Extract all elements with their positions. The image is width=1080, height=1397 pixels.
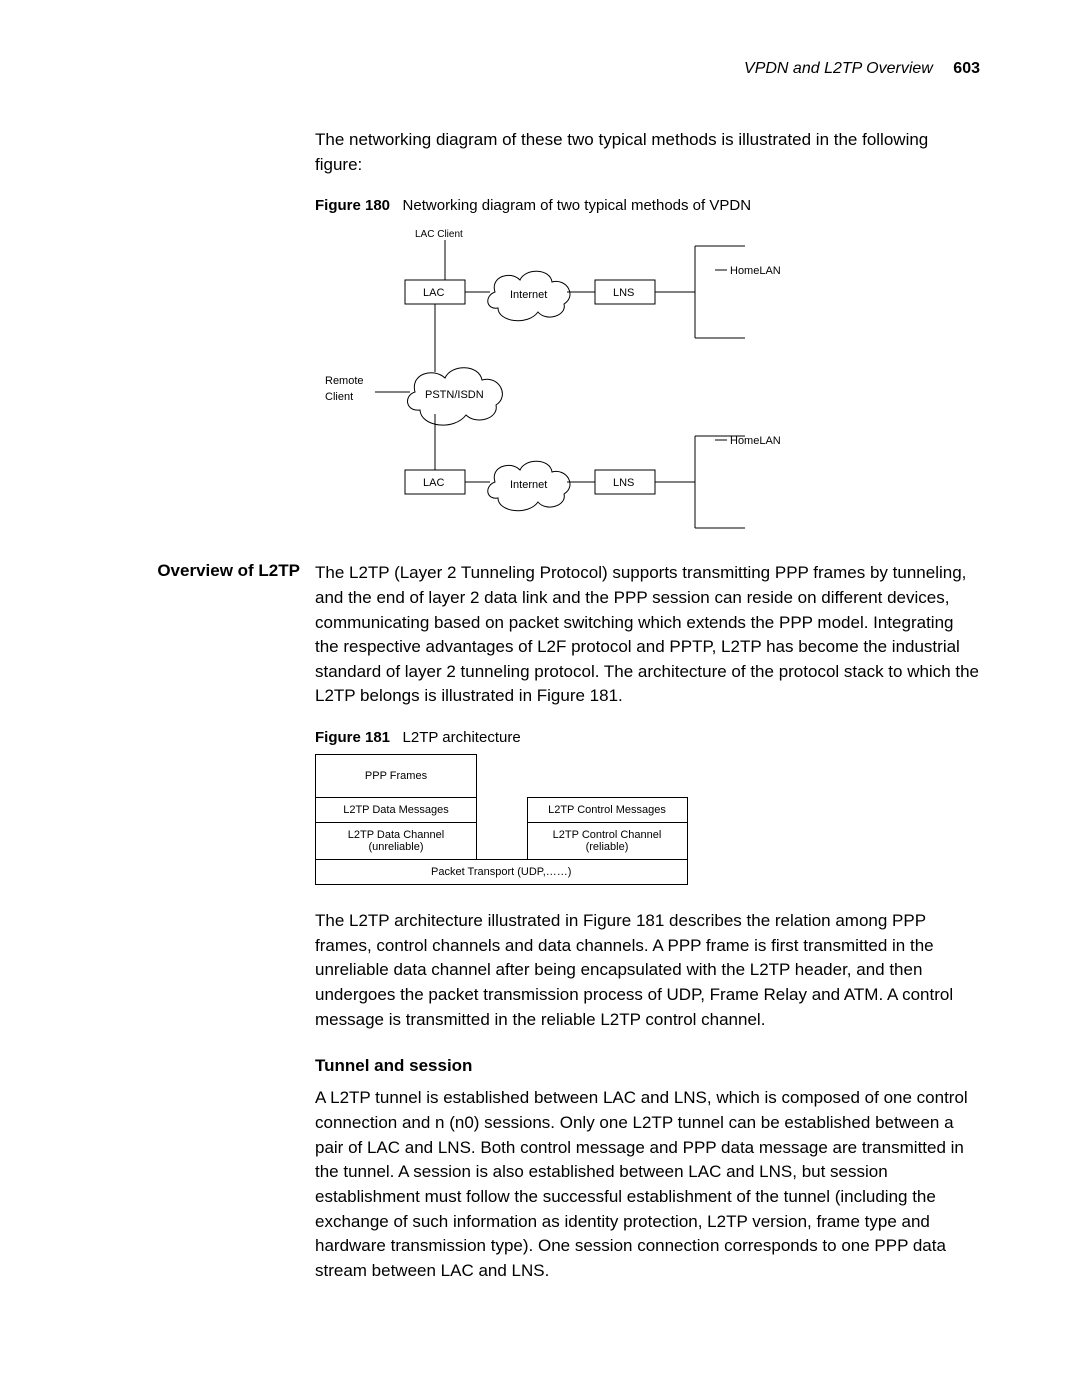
lns-box-top: LNS xyxy=(613,287,634,299)
arch-data-channel: L2TP Data Channel (unreliable) xyxy=(316,823,477,860)
remote-label: Remote xyxy=(325,375,364,387)
arch-ctrl-msg: L2TP Control Messages xyxy=(527,798,687,823)
overview-paragraph: The L2TP (Layer 2 Tunneling Protocol) su… xyxy=(315,561,980,709)
figure-180-label: Figure 180 xyxy=(315,197,390,214)
figure-181-caption-text: L2TP architecture xyxy=(403,729,521,746)
figure-180-diagram: LAC Client LAC Internet LNS HomeLAN Rem xyxy=(315,222,980,537)
figure-180-caption-text: Networking diagram of two typical method… xyxy=(403,197,751,214)
internet-cloud-bottom: Internet xyxy=(510,479,547,491)
header-title: VPDN and L2TP Overview xyxy=(744,60,933,77)
arch-ctrl-channel: L2TP Control Channel (reliable) xyxy=(527,823,687,860)
arch-data-msg: L2TP Data Messages xyxy=(316,798,477,823)
page-number: 603 xyxy=(953,60,980,77)
page-header: VPDN and L2TP Overview 603 xyxy=(100,60,980,78)
overview-heading: Overview of L2TP xyxy=(100,561,300,581)
arch-transport: Packet Transport (UDP,……) xyxy=(316,860,688,885)
after-181-paragraph: The L2TP architecture illustrated in Fig… xyxy=(315,909,980,1032)
figure-181-caption: Figure 181 L2TP architecture xyxy=(315,729,980,746)
internet-cloud-top: Internet xyxy=(510,289,547,301)
homelan-bottom: HomeLAN xyxy=(730,435,781,447)
tunnel-heading: Tunnel and session xyxy=(315,1056,980,1076)
figure-181-label: Figure 181 xyxy=(315,729,390,746)
figure-181-diagram: PPP Frames L2TP Data Messages L2TP Contr… xyxy=(315,754,980,885)
lac-client-label: LAC Client xyxy=(415,229,463,240)
homelan-top: HomeLAN xyxy=(730,265,781,277)
pstn-cloud: PSTN/ISDN xyxy=(425,389,484,401)
figure-180-caption: Figure 180 Networking diagram of two typ… xyxy=(315,197,980,214)
lns-box-bottom: LNS xyxy=(613,477,634,489)
arch-ppp: PPP Frames xyxy=(316,755,477,798)
lac-box-bottom: LAC xyxy=(423,477,444,489)
client-label: Client xyxy=(325,391,353,403)
tunnel-paragraph: A L2TP tunnel is established between LAC… xyxy=(315,1086,980,1283)
lac-box-top: LAC xyxy=(423,287,444,299)
intro-paragraph: The networking diagram of these two typi… xyxy=(315,128,980,177)
